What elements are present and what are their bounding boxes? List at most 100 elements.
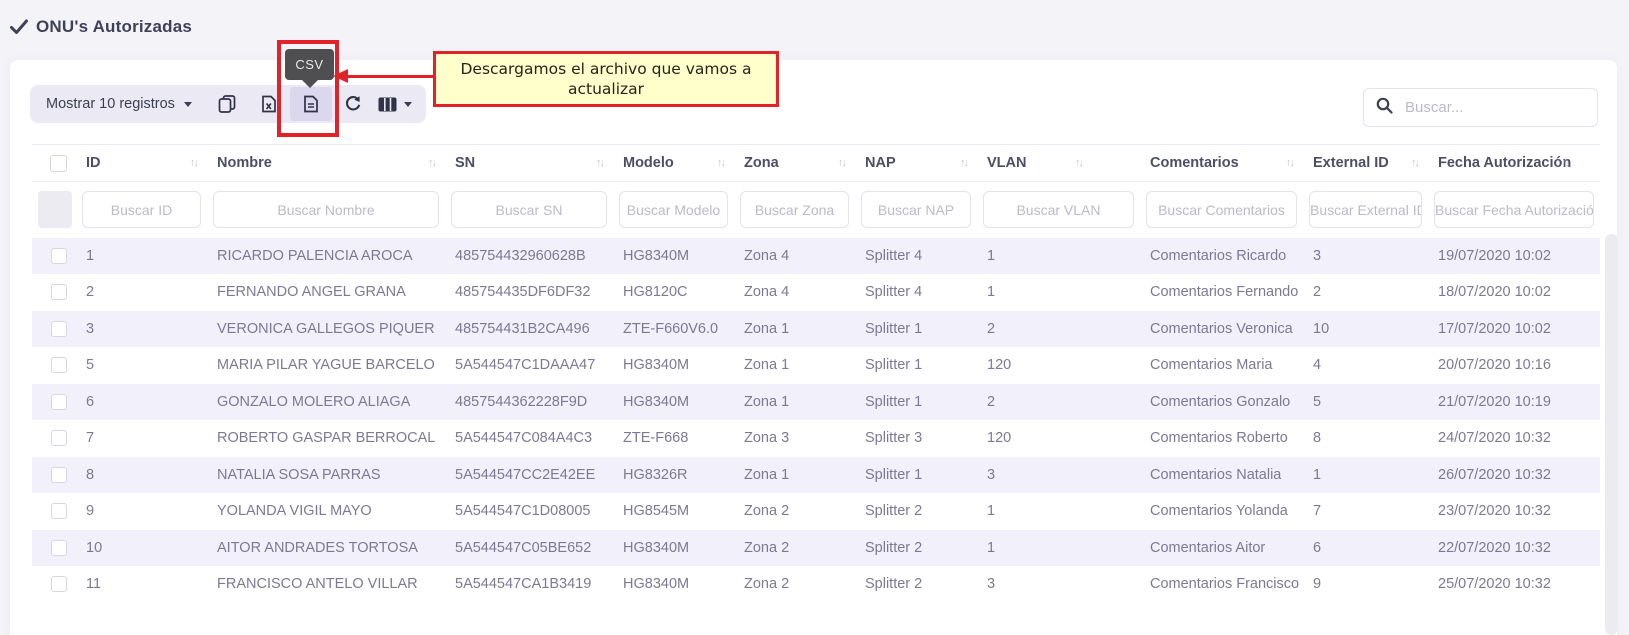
filter-row <box>32 182 1600 238</box>
filter-input-comentarios[interactable] <box>1146 191 1297 228</box>
column-header-fecha[interactable]: Fecha Autorización↑↓ <box>1428 145 1600 182</box>
row-checkbox[interactable] <box>51 503 67 519</box>
cell-comentarios: Comentarios Ricardo <box>1140 238 1303 275</box>
cell-zona: Zona 3 <box>734 420 855 457</box>
cell-modelo: HG8340M <box>613 530 734 567</box>
cell-nombre: NATALIA SOSA PARRAS <box>207 457 445 494</box>
table-row: 5 MARIA PILAR YAGUE BARCELO 5A544547C1DA… <box>32 347 1600 384</box>
select-all-checkbox[interactable] <box>50 155 67 172</box>
cell-id: 6 <box>76 384 207 421</box>
copy-icon <box>218 95 236 113</box>
search-input[interactable] <box>1405 99 1585 116</box>
cell-sn: 5A544547CA1B3419 <box>445 566 613 603</box>
cell-id: 11 <box>76 566 207 603</box>
row-checkbox[interactable] <box>51 394 67 410</box>
cell-external-id: 6 <box>1303 530 1428 567</box>
filter-input-id[interactable] <box>82 191 201 228</box>
filter-input-nap[interactable] <box>861 191 971 228</box>
filter-input-vlan[interactable] <box>983 191 1134 228</box>
column-header-id[interactable]: ID↑↓ <box>76 145 207 182</box>
column-header-modelo[interactable]: Modelo↑↓ <box>613 145 734 182</box>
cell-nombre: RICARDO PALENCIA AROCA <box>207 238 445 275</box>
cell-id: 9 <box>76 493 207 530</box>
cell-external-id: 1 <box>1303 457 1428 494</box>
cell-external-id: 8 <box>1303 420 1428 457</box>
checkbox-cell <box>32 530 76 567</box>
column-header-vlan[interactable]: VLAN↑↓ <box>977 145 1140 182</box>
checkbox-cell <box>32 274 76 311</box>
columns-icon <box>378 97 397 112</box>
cell-fecha: 26/07/2020 10:32 <box>1428 457 1600 494</box>
sort-icon: ↑↓ <box>1075 157 1082 169</box>
datatable-toolbar: Mostrar 10 registros <box>30 85 426 123</box>
cell-comentarios: Comentarios Aitor <box>1140 530 1303 567</box>
cell-external-id: 4 <box>1303 347 1428 384</box>
cell-nap: Splitter 1 <box>855 347 977 384</box>
cell-nombre: FERNANDO ANGEL GRANA <box>207 274 445 311</box>
cell-modelo: HG8340M <box>613 384 734 421</box>
table-row: 11 FRANCISCO ANTELO VILLAR 5A544547CA1B3… <box>32 566 1600 603</box>
cell-nombre: AITOR ANDRADES TORTOSA <box>207 530 445 567</box>
sort-icon: ↑↓ <box>717 157 724 169</box>
cell-id: 2 <box>76 274 207 311</box>
page-title-bar: ONU's Autorizadas <box>10 17 192 37</box>
cell-vlan: 2 <box>977 311 1140 348</box>
cell-vlan: 120 <box>977 347 1140 384</box>
sort-icon: ↑↓ <box>596 157 603 169</box>
checkbox-cell <box>32 493 76 530</box>
row-checkbox[interactable] <box>51 248 67 264</box>
filter-disabled-block <box>38 191 72 228</box>
cell-zona: Zona 4 <box>734 238 855 275</box>
csv-tooltip-label: CSV <box>295 57 323 72</box>
cell-external-id: 3 <box>1303 238 1428 275</box>
filter-input-sn[interactable] <box>451 191 607 228</box>
table-row: 6 GONZALO MOLERO ALIAGA 4857544362228F9D… <box>32 384 1600 421</box>
copy-button[interactable] <box>206 87 248 121</box>
checkbox-cell <box>32 457 76 494</box>
cell-sn: 5A544547CC2E42EE <box>445 457 613 494</box>
onu-table: ID↑↓ Nombre↑↓ SN↑↓ Modelo↑↓ Zona↑↓ NAP↑↓… <box>32 144 1600 603</box>
checkbox-cell <box>32 238 76 275</box>
column-header-comentarios[interactable]: Comentarios↑↓ <box>1140 145 1303 182</box>
cell-modelo: HG8545M <box>613 493 734 530</box>
cell-comentarios: Comentarios Veronica <box>1140 311 1303 348</box>
row-checkbox[interactable] <box>51 430 67 446</box>
cell-external-id: 2 <box>1303 274 1428 311</box>
callout-text: Descargamos el archivo que vamos a actua… <box>454 59 758 99</box>
row-checkbox[interactable] <box>51 284 67 300</box>
cell-comentarios: Comentarios Natalia <box>1140 457 1303 494</box>
cell-vlan: 2 <box>977 384 1140 421</box>
filter-input-nombre[interactable] <box>213 191 439 228</box>
cell-external-id: 9 <box>1303 566 1428 603</box>
page-title: ONU's Autorizadas <box>36 17 192 37</box>
callout-box: Descargamos el archivo que vamos a actua… <box>433 51 779 107</box>
column-header-external-id[interactable]: External ID↑↓ <box>1303 145 1428 182</box>
cell-nap: Splitter 1 <box>855 311 977 348</box>
colvis-button[interactable] <box>374 87 416 121</box>
row-checkbox[interactable] <box>51 576 67 592</box>
column-header-zona[interactable]: Zona↑↓ <box>734 145 855 182</box>
filter-input-modelo[interactable] <box>619 191 728 228</box>
cell-sn: 485754432960628B <box>445 238 613 275</box>
column-header-nap[interactable]: NAP↑↓ <box>855 145 977 182</box>
check-icon <box>10 19 28 35</box>
row-checkbox[interactable] <box>51 321 67 337</box>
column-header-sn[interactable]: SN↑↓ <box>445 145 613 182</box>
filter-input-fecha[interactable] <box>1434 191 1594 228</box>
filter-input-external-id[interactable] <box>1309 191 1422 228</box>
cell-modelo: HG8326R <box>613 457 734 494</box>
length-menu-button[interactable]: Mostrar 10 registros <box>46 96 192 112</box>
cell-vlan: 3 <box>977 566 1140 603</box>
row-checkbox[interactable] <box>51 357 67 373</box>
refresh-icon <box>344 95 362 113</box>
table-scrollbar[interactable] <box>1605 234 1618 635</box>
row-checkbox[interactable] <box>51 540 67 556</box>
cell-modelo: ZTE-F668 <box>613 420 734 457</box>
column-header-nombre[interactable]: Nombre↑↓ <box>207 145 445 182</box>
cell-sn: 5A544547C05BE652 <box>445 530 613 567</box>
sort-icon: ↑↓ <box>1561 157 1568 169</box>
cell-external-id: 10 <box>1303 311 1428 348</box>
header-row: ID↑↓ Nombre↑↓ SN↑↓ Modelo↑↓ Zona↑↓ NAP↑↓… <box>32 145 1600 182</box>
filter-input-zona[interactable] <box>740 191 849 228</box>
row-checkbox[interactable] <box>51 467 67 483</box>
